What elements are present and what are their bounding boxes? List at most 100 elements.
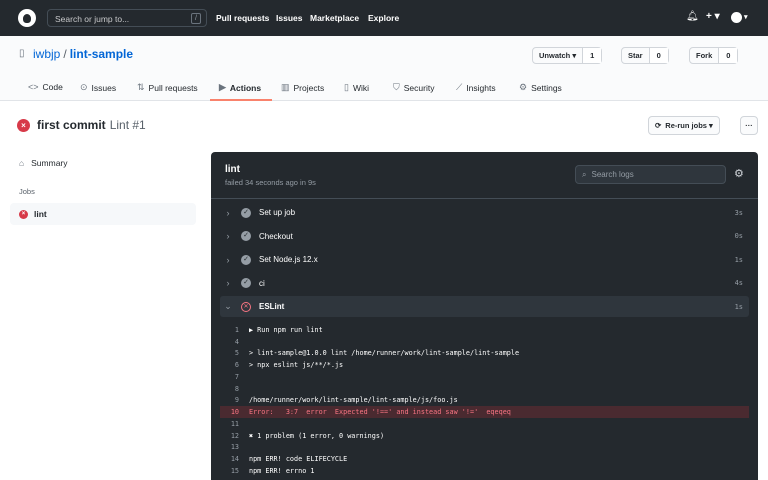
log-line: 12 ✖ 1 problem (1 error, 0 warnings) <box>220 430 749 442</box>
failed-status-icon: × <box>17 119 30 132</box>
tab-label: Issues <box>91 82 117 93</box>
tab-label: Wiki <box>352 82 370 93</box>
tab-label: Actions <box>229 82 262 93</box>
home-icon: ⌂ <box>19 158 25 168</box>
sidebar-item-summary[interactable]: ⌂ Summary <box>19 158 68 168</box>
log-line: 14 npm ERR! code ELIFECYCLE <box>220 453 749 465</box>
line-number[interactable]: 4 <box>220 338 249 346</box>
step-row[interactable]: › ✓ Set up job 3s <box>220 202 749 223</box>
line-number[interactable]: 15 <box>220 467 249 475</box>
sidebar-job-lint[interactable]: × lint <box>10 203 196 225</box>
chevron-right-icon[interactable]: › <box>220 255 236 265</box>
tab-icon: ▥ <box>281 82 290 92</box>
chevron-down-icon[interactable]: ⌄ <box>220 301 236 312</box>
bell-icon[interactable]: 🔔︎ <box>686 11 699 22</box>
search-icon: ⌕ <box>582 169 587 179</box>
line-number[interactable]: 6 <box>220 361 249 369</box>
step-name: Set up job <box>259 208 296 217</box>
log-line: 5 > lint-sample@1.0.0 lint /home/runner/w… <box>220 348 749 360</box>
line-number[interactable]: 14 <box>220 455 249 463</box>
tab-wiki[interactable]: ▯ Wiki <box>344 82 369 93</box>
line-number[interactable]: 13 <box>220 443 249 451</box>
tab-icon: ⚙ <box>519 82 528 92</box>
tab-code[interactable]: <> Code <box>28 82 63 92</box>
refresh-icon: ⟳ <box>655 121 662 130</box>
step-name: ESLint <box>259 302 285 311</box>
tab-label: Code <box>42 82 63 92</box>
tab-insights[interactable]: ⟋ Insights <box>456 82 496 93</box>
chevron-right-icon[interactable]: › <box>220 208 236 218</box>
success-check-icon: ✓ <box>241 278 251 288</box>
search-logs-input[interactable]: ⌕ Search logs <box>575 165 726 184</box>
run-title: first commit <box>37 118 106 132</box>
create-new-button[interactable]: + ▾ <box>706 11 720 22</box>
global-search-input[interactable]: Search or jump to... / <box>47 9 207 27</box>
gear-icon[interactable]: ⚙ <box>734 167 744 180</box>
log-line: 1 ▶ Run npm run lint <box>220 324 749 336</box>
step-duration: 4s <box>734 279 743 287</box>
star-count[interactable]: 0 <box>648 48 668 63</box>
tab-pull-requests[interactable]: ⇅ Pull requests <box>137 82 198 93</box>
success-check-icon: ✓ <box>241 254 251 265</box>
tab-actions[interactable]: ▶ Actions <box>219 82 261 93</box>
repo-name-link[interactable]: lint-sample <box>70 47 133 61</box>
nav-issues[interactable]: Issues <box>276 13 302 23</box>
line-number[interactable]: 10 <box>220 408 249 416</box>
workflow-run-name: Lint #1 <box>109 118 146 132</box>
job-log-panel: lint failed 34 seconds ago in 9s ⌕ Search… <box>211 152 758 480</box>
repo-owner-link[interactable]: iwbjp <box>33 47 60 61</box>
line-number[interactable]: 5 <box>220 349 249 357</box>
log-text: /home/runner/work/lint-sample/lint-sampl… <box>249 396 458 405</box>
log-line: 6 > npx eslint js/**/*.js <box>220 359 749 371</box>
unwatch-button[interactable]: Unwatch ▾ 1 <box>532 47 603 64</box>
top-navbar: Search or jump to... / Pull requests Issu… <box>0 0 768 36</box>
step-row[interactable]: › ✓ Checkout 0s <box>220 226 749 247</box>
log-line: 13 <box>220 442 749 454</box>
line-number[interactable]: 11 <box>220 420 249 428</box>
line-number[interactable]: 8 <box>220 385 249 393</box>
line-number[interactable]: 12 <box>220 432 249 440</box>
tab-icon: <> <box>28 82 39 92</box>
tab-security[interactable]: ⛉ Security <box>393 82 434 93</box>
step-row[interactable]: › ✓ ci 4s <box>220 273 749 294</box>
nav-marketplace[interactable]: Marketplace <box>310 13 359 23</box>
divider <box>211 198 758 199</box>
tab-icon: ▶ <box>219 82 226 92</box>
nav-pull-requests[interactable]: Pull requests <box>216 13 269 23</box>
log-line: 15 npm ERR! errno 1 <box>220 465 749 477</box>
jobs-heading: Jobs <box>19 187 35 196</box>
step-row[interactable]: › ✓ Set Node.js 12.x 1s <box>220 249 749 270</box>
tab-label: Security <box>403 82 435 93</box>
success-check-icon: ✓ <box>241 231 251 241</box>
chevron-right-icon[interactable]: › <box>220 278 236 288</box>
avatar[interactable] <box>731 12 742 23</box>
tab-label: Settings <box>531 82 562 93</box>
github-logo-icon[interactable] <box>18 9 36 27</box>
tab-icon: ⊙ <box>80 82 88 92</box>
fork-count[interactable]: 0 <box>718 48 738 63</box>
tab-projects[interactable]: ▥ Projects <box>281 82 324 93</box>
nav-explore[interactable]: Explore <box>368 13 399 23</box>
step-row[interactable]: ⌄ ✕ ESLint 1s <box>220 296 749 317</box>
avatar-caret-icon[interactable]: ▾ <box>744 13 748 21</box>
tab-label: Projects <box>293 82 325 93</box>
search-logs-placeholder: Search logs <box>591 170 634 179</box>
log-line: 8 <box>220 383 749 395</box>
tab-settings[interactable]: ⚙ Settings <box>519 82 562 93</box>
job-label: lint <box>34 209 47 219</box>
star-button[interactable]: Star 0 <box>621 47 669 64</box>
step-duration: 1s <box>734 302 743 311</box>
line-number[interactable]: 9 <box>220 396 249 404</box>
line-number[interactable]: 1 <box>220 326 249 334</box>
fork-button[interactable]: Fork 0 <box>689 47 739 64</box>
rerun-jobs-button[interactable]: ⟳ Re-run jobs ▾ <box>648 116 720 135</box>
more-options-button[interactable]: ··· <box>740 116 758 135</box>
log-text: Error: 3:7 error Expected '!==' and inst… <box>249 408 511 417</box>
step-duration: 3s <box>734 208 743 217</box>
line-number[interactable]: 7 <box>220 373 249 381</box>
tab-issues[interactable]: ⊙ Issues <box>80 82 116 93</box>
summary-label: Summary <box>31 158 68 168</box>
tab-icon: ⇅ <box>137 82 145 92</box>
watch-count[interactable]: 1 <box>582 48 602 63</box>
chevron-right-icon[interactable]: › <box>220 231 236 241</box>
